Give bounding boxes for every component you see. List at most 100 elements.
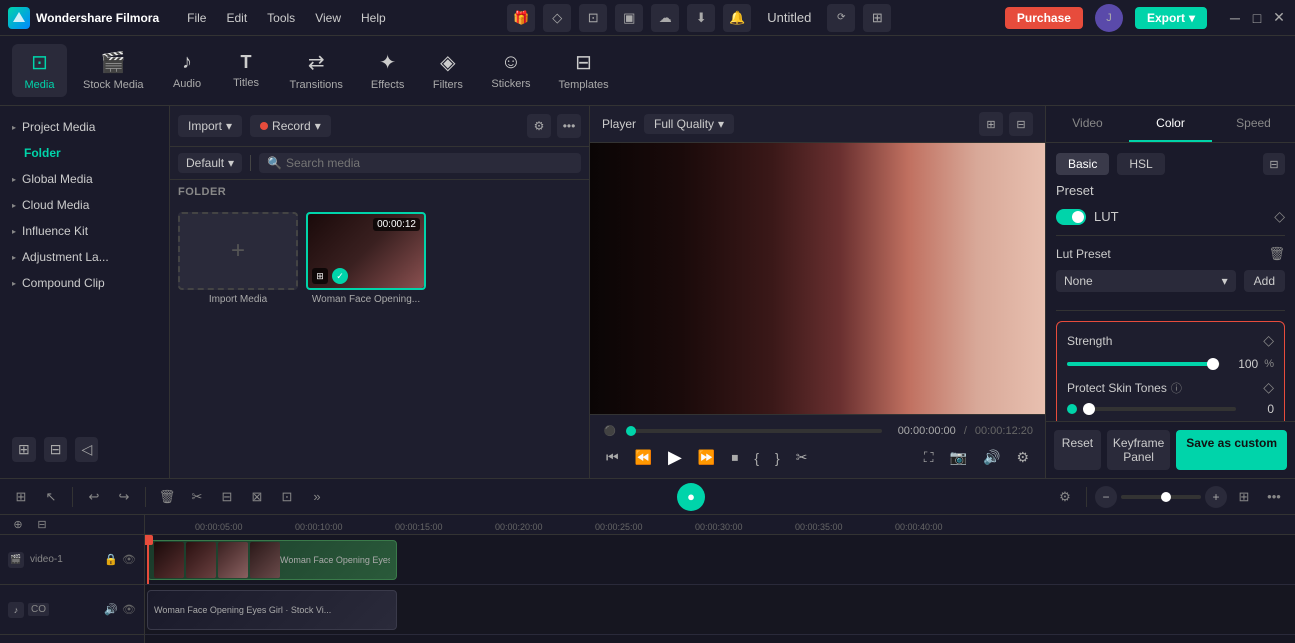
video-track-eye-icon[interactable]: 👁	[122, 553, 136, 566]
timeline-select-btn[interactable]: ↖	[38, 484, 64, 510]
video-thumb[interactable]: 00:00:12 ⊞ ✓	[306, 212, 426, 290]
toolbar-titles[interactable]: T Titles	[219, 46, 274, 95]
cut-button[interactable]: ✂	[184, 484, 210, 510]
video-track-lock-icon[interactable]: 🔒	[104, 553, 118, 566]
lut-diamond-icon[interactable]: ◇	[1274, 208, 1285, 225]
apps-grid-icon[interactable]: ⊞	[863, 4, 891, 32]
search-input[interactable]	[286, 156, 573, 170]
keyframe-panel-button[interactable]: Keyframe Panel	[1107, 430, 1170, 470]
toolbar-stock-media[interactable]: 🎬 Stock Media	[71, 44, 156, 97]
split-button[interactable]: ⊟	[214, 484, 240, 510]
toolbar-effects[interactable]: ✦ Effects	[359, 44, 416, 97]
clip-button[interactable]: ✂	[792, 447, 812, 468]
zoom-slider[interactable]	[1121, 495, 1201, 499]
timeline-playhead-marker[interactable]: ●	[677, 483, 705, 511]
scrubber-start-icon[interactable]: ⚫	[602, 423, 618, 439]
sidebar-item-folder[interactable]: Folder	[0, 140, 169, 166]
mark-out-button[interactable]: }	[771, 448, 784, 468]
more-btn[interactable]: »	[304, 484, 330, 510]
maximize-button[interactable]: □	[1249, 10, 1265, 26]
import-button[interactable]: Import ▾	[178, 115, 242, 137]
save-custom-button[interactable]: Save as custom	[1176, 430, 1287, 470]
download-icon[interactable]: ⬇	[687, 4, 715, 32]
monitor-icon[interactable]: ▣	[615, 4, 643, 32]
group-btn[interactable]: ⊠	[244, 484, 270, 510]
auto-save-icon[interactable]: ⟳	[827, 4, 855, 32]
zoom-out-button[interactable]: −	[1095, 486, 1117, 508]
filter-icon[interactable]: ⚙	[527, 114, 551, 138]
redo-button[interactable]: ↪	[111, 484, 137, 510]
gift-icon[interactable]: 🎁	[507, 4, 535, 32]
import-placeholder-thumb[interactable]: +	[178, 212, 298, 290]
frame-back-button[interactable]: ⏪	[631, 447, 656, 468]
strength-slider-thumb[interactable]	[1207, 358, 1219, 370]
timeline-snap-btn[interactable]: ⊞	[8, 484, 34, 510]
toolbar-audio[interactable]: ♪ Audio	[160, 45, 215, 96]
folder-track-btn[interactable]: ⊟	[32, 517, 52, 533]
toolbar-transitions[interactable]: ⇄ Transitions	[278, 44, 355, 97]
tab-speed[interactable]: Speed	[1212, 106, 1295, 142]
toolbar-filters[interactable]: ◈ Filters	[420, 44, 475, 97]
sidebar-add-track-btn[interactable]: ⊞	[12, 437, 36, 462]
timeline-more-btn[interactable]: •••	[1261, 484, 1287, 510]
timeline-settings-btn[interactable]: ⚙	[1052, 484, 1078, 510]
delete-button[interactable]: 🗑	[154, 484, 180, 510]
lut-toggle[interactable]	[1056, 209, 1086, 225]
audio-mute-icon[interactable]: 🔊	[104, 603, 118, 616]
menu-edit[interactable]: Edit	[218, 7, 255, 29]
protect-diamond-icon[interactable]: ◇	[1263, 379, 1274, 396]
zoom-in-button[interactable]: +	[1205, 486, 1227, 508]
menu-view[interactable]: View	[307, 7, 349, 29]
add-lut-button[interactable]: Add	[1244, 270, 1285, 292]
screenshot-button[interactable]: 📷	[946, 447, 971, 468]
menu-tools[interactable]: Tools	[259, 7, 303, 29]
sidebar-item-compound-clip[interactable]: ▸ Compound Clip	[0, 270, 169, 296]
scrubber-thumb[interactable]	[626, 426, 636, 436]
menu-help[interactable]: Help	[353, 7, 394, 29]
strength-slider[interactable]	[1067, 362, 1220, 366]
fullscreen-button[interactable]: ⛶	[920, 447, 938, 468]
more-options-icon[interactable]: •••	[557, 114, 581, 138]
record-button[interactable]: Record ▾	[250, 115, 331, 137]
reset-button[interactable]: Reset	[1054, 430, 1101, 470]
playhead[interactable]	[147, 535, 149, 584]
ungroup-btn[interactable]: ⊡	[274, 484, 300, 510]
undo-button[interactable]: ↩	[81, 484, 107, 510]
toolbar-stickers[interactable]: ☺ Stickers	[479, 45, 542, 96]
photo-view-icon[interactable]: ⊟	[1009, 112, 1033, 136]
tab-color[interactable]: Color	[1129, 106, 1212, 142]
audio-eye-icon[interactable]: 👁	[122, 603, 136, 616]
toolbar-media[interactable]: ⊡ Media	[12, 44, 67, 97]
timeline-layout-btn[interactable]: ⊞	[1231, 484, 1257, 510]
skip-back-button[interactable]: ⏮	[602, 447, 623, 468]
protect-info-icon[interactable]: ⓘ	[1171, 380, 1182, 396]
protect-slider-thumb[interactable]	[1083, 403, 1095, 415]
settings-button[interactable]: ⚙	[1012, 447, 1033, 468]
zoom-thumb[interactable]	[1161, 492, 1171, 502]
hsl-mode-button[interactable]: HSL	[1117, 153, 1164, 175]
basic-mode-button[interactable]: Basic	[1056, 153, 1109, 175]
sidebar-item-project-media[interactable]: ▸ Project Media	[0, 114, 169, 140]
stop-button[interactable]: ⏹	[727, 447, 742, 468]
screen-record-icon[interactable]: ⊡	[579, 4, 607, 32]
quality-select[interactable]: Full Quality ▾	[644, 114, 734, 134]
trash-icon[interactable]: 🗑	[1268, 246, 1285, 262]
audio-clip[interactable]: Woman Face Opening Eyes Girl · Stock Vi.…	[147, 590, 397, 630]
protect-slider[interactable]	[1083, 407, 1236, 411]
diamond-icon[interactable]: ◇	[543, 4, 571, 32]
cloud-upload-icon[interactable]: ☁	[651, 4, 679, 32]
media-video-item[interactable]: 00:00:12 ⊞ ✓ Woman Face Opening...	[306, 212, 426, 305]
mark-in-button[interactable]: {	[750, 448, 763, 468]
play-button[interactable]: ▶	[664, 445, 686, 470]
lut-none-select[interactable]: None ▾	[1056, 270, 1236, 292]
close-button[interactable]: ✕	[1271, 10, 1287, 26]
volume-button[interactable]: 🔊	[979, 447, 1004, 468]
video-clip[interactable]: Woman Face Opening Eyes Girl · Stock Vi.…	[147, 540, 397, 580]
toolbar-templates[interactable]: ⊟ Templates	[546, 44, 620, 97]
sidebar-item-cloud-media[interactable]: ▸ Cloud Media	[0, 192, 169, 218]
sidebar-folder-btn[interactable]: ⊟	[44, 437, 68, 462]
strength-diamond-icon[interactable]: ◇	[1263, 332, 1274, 349]
default-select[interactable]: Default ▾	[178, 153, 242, 173]
sidebar-collapse-btn[interactable]: ◁	[75, 437, 98, 462]
sidebar-item-global-media[interactable]: ▸ Global Media	[0, 166, 169, 192]
